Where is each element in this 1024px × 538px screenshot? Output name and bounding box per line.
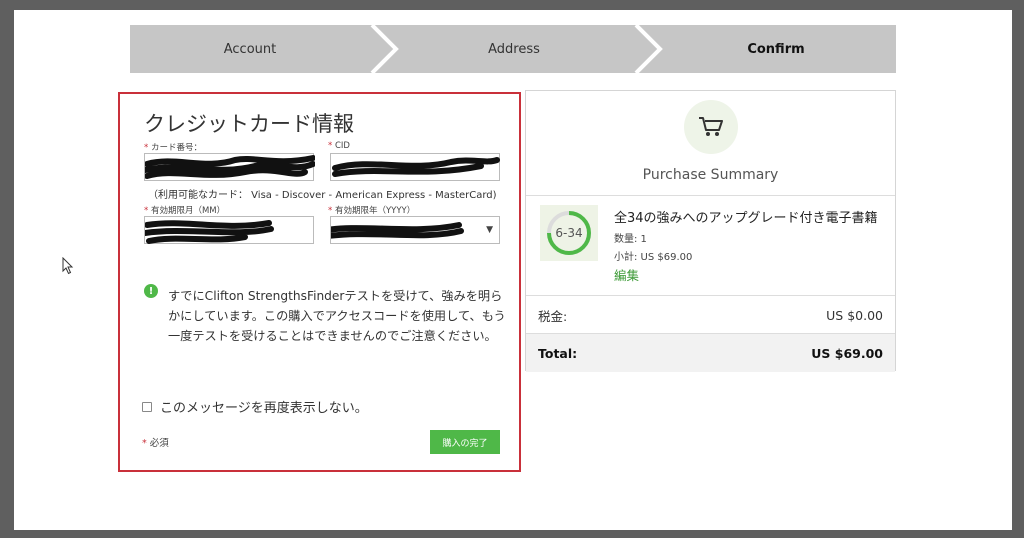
credit-card-panel: クレジットカード情報 * カード番号： * CID （利用可能なカード： Vis… xyxy=(118,92,521,472)
divider xyxy=(526,195,895,196)
exp-month-select[interactable] xyxy=(144,216,314,244)
tax-label: 税金: xyxy=(538,308,568,324)
total-value: US $69.00 xyxy=(811,345,883,361)
info-icon: ! xyxy=(144,284,158,298)
credit-card-title: クレジットカード情報 xyxy=(144,112,354,136)
card-number-field[interactable] xyxy=(144,153,315,181)
dont-show-again-row[interactable]: このメッセージを再度表示しない。 xyxy=(142,397,368,416)
step-address[interactable]: Address xyxy=(394,25,634,73)
shopping-cart-icon xyxy=(684,100,738,154)
step-account[interactable]: Account xyxy=(130,25,370,73)
required-note: * 必須 xyxy=(142,438,169,449)
notice-message: すでにClifton StrengthsFinderテストを受けて、強みを明らか… xyxy=(168,289,506,343)
product-badge: 6-34 xyxy=(540,205,598,261)
tax-value: US $0.00 xyxy=(826,307,883,323)
exp-year-label: * 有効期限年（YYYY） xyxy=(328,206,416,216)
cid-field[interactable] xyxy=(330,153,500,181)
chevron-down-icon: ▼ xyxy=(486,225,493,235)
step-confirm[interactable]: Confirm xyxy=(658,25,894,73)
cid-label: * CID xyxy=(328,141,350,151)
purchase-summary-panel: Purchase Summary 6-34 全34の強みへのアップグレード付き電… xyxy=(525,90,896,372)
tax-row: 税金: US $0.00 xyxy=(526,296,895,334)
redaction-scribble xyxy=(145,155,315,179)
dont-show-checkbox[interactable] xyxy=(142,401,152,412)
total-row: Total: US $69.00 xyxy=(526,334,895,372)
exp-month-label: * 有効期限月（MM） xyxy=(144,206,226,216)
dont-show-label: このメッセージを再度表示しない。 xyxy=(160,401,368,416)
product-quantity: 数量: 1 xyxy=(614,234,647,245)
redaction-scribble xyxy=(331,222,464,239)
complete-purchase-button[interactable]: 購入の完了 xyxy=(430,430,500,454)
card-number-label: * カード番号： xyxy=(144,143,202,153)
checkout-page: Account Address Confirm クレジットカード情報 * カード… xyxy=(14,10,1012,530)
purchase-summary-title: Purchase Summary xyxy=(642,167,779,183)
edit-link[interactable]: 編集 xyxy=(614,265,639,284)
exp-year-select[interactable]: ▼ xyxy=(330,216,500,244)
checkout-stepper: Account Address Confirm xyxy=(130,25,896,73)
product-name: 全34の強みへのアップグレード付き電子書籍 xyxy=(614,211,878,226)
accepted-cards-note: （利用可能なカード： Visa - Discover - American Ex… xyxy=(148,190,497,201)
redaction-scribble xyxy=(332,157,500,177)
product-subtotal: 小計: US $69.00 xyxy=(614,252,693,263)
redaction-scribble xyxy=(145,220,274,244)
mouse-cursor-icon xyxy=(62,257,74,275)
total-label: Total: xyxy=(538,345,578,361)
